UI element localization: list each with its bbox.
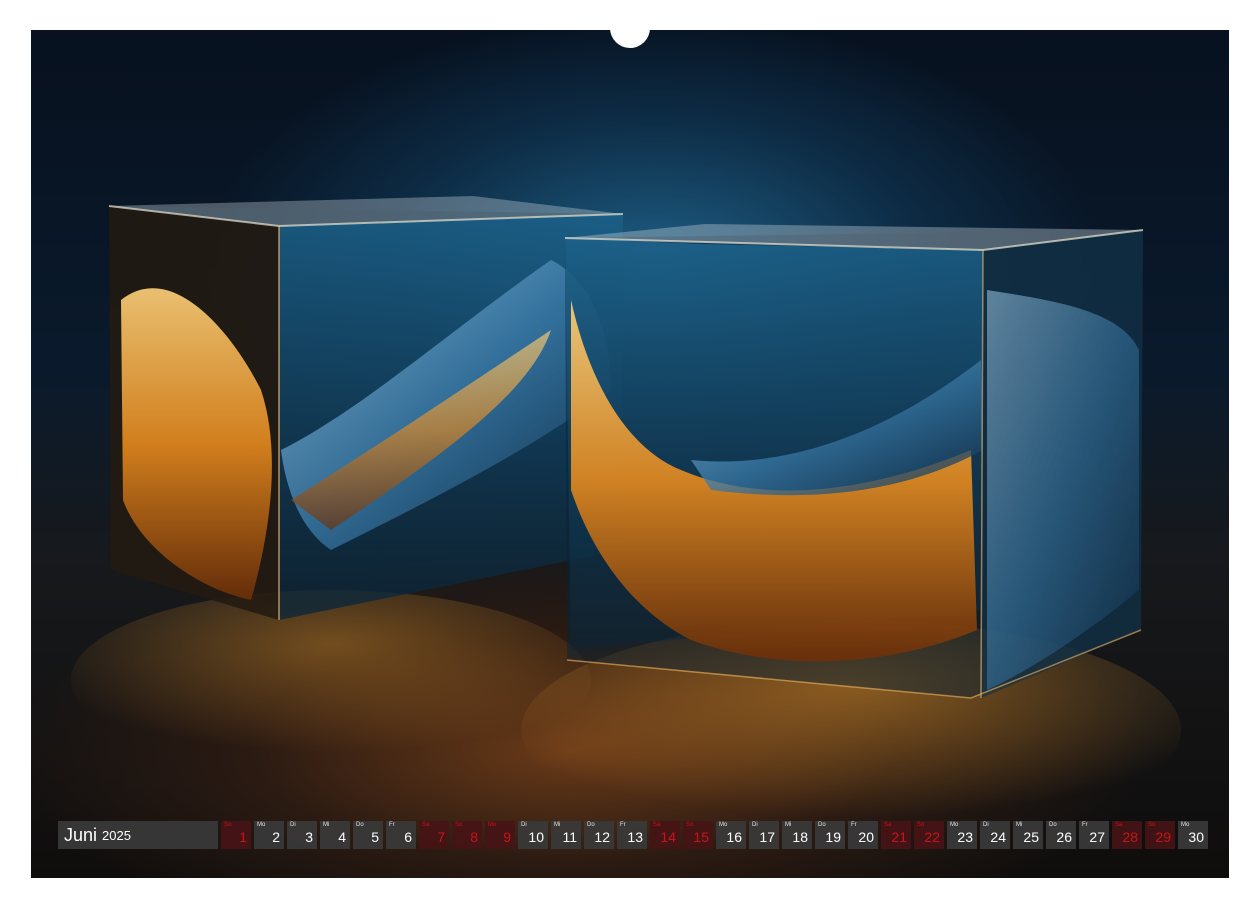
weekday-label: Sa bbox=[653, 822, 661, 828]
day-cell: Mi 18 bbox=[782, 821, 812, 849]
day-cell: Fr 6 bbox=[386, 821, 416, 849]
weekday-label: Mo bbox=[257, 822, 266, 828]
weekday-label: Fr bbox=[1082, 822, 1088, 828]
day-number: 20 bbox=[858, 829, 874, 845]
day-number: 1 bbox=[239, 829, 247, 845]
weekday-label: Mi bbox=[323, 822, 330, 828]
weekday-label: Fr bbox=[389, 822, 395, 828]
day-cell: Di 3 bbox=[287, 821, 317, 849]
day-cell: Sa 21 bbox=[881, 821, 911, 849]
month-label: Juni 2025 bbox=[58, 821, 218, 849]
right-glass-cube bbox=[564, 224, 1144, 699]
day-cell: Di 17 bbox=[749, 821, 779, 849]
weekday-label: Di bbox=[290, 822, 296, 828]
day-number: 22 bbox=[924, 829, 940, 845]
day-cell: Sa 28 bbox=[1112, 821, 1142, 849]
day-cell: Fr 27 bbox=[1079, 821, 1109, 849]
day-number: 14 bbox=[660, 829, 676, 845]
weekday-label: Do bbox=[356, 822, 364, 828]
day-cell: Mi 4 bbox=[320, 821, 350, 849]
day-number: 4 bbox=[338, 829, 346, 845]
day-cell: Di 10 bbox=[518, 821, 548, 849]
day-cells: So 1 Mo 2 Di 3 Mi 4 Do 5 Fr 6 Sa 7 So 8 Mo 9 Di 10 Mi 11 Do 12 F… bbox=[221, 821, 1208, 849]
day-number: 6 bbox=[404, 829, 412, 845]
weekday-label: Mi bbox=[785, 822, 792, 828]
day-cell: Di 24 bbox=[980, 821, 1010, 849]
day-number: 26 bbox=[1056, 829, 1072, 845]
weekday-label: Sa bbox=[884, 822, 892, 828]
day-cell: Do 19 bbox=[815, 821, 845, 849]
day-cell: Do 12 bbox=[584, 821, 614, 849]
weekday-label: Fr bbox=[851, 822, 857, 828]
day-cell: So 8 bbox=[452, 821, 482, 849]
day-number: 11 bbox=[562, 829, 577, 845]
day-cell: Mi 25 bbox=[1013, 821, 1043, 849]
weekday-label: Di bbox=[752, 822, 758, 828]
month-year: 2025 bbox=[102, 827, 131, 843]
weekday-label: So bbox=[224, 822, 232, 828]
day-number: 10 bbox=[528, 829, 544, 845]
weekday-label: Mo bbox=[950, 822, 959, 828]
weekday-label: So bbox=[1148, 822, 1156, 828]
day-cell: Mo 2 bbox=[254, 821, 284, 849]
weekday-label: So bbox=[455, 822, 463, 828]
day-number: 9 bbox=[503, 829, 511, 845]
day-number: 28 bbox=[1122, 829, 1138, 845]
day-cell: So 15 bbox=[683, 821, 713, 849]
glass-cubes-illustration bbox=[71, 196, 1181, 840]
weekday-label: Mo bbox=[488, 822, 497, 828]
month-name: Juni bbox=[64, 824, 98, 845]
day-cell: So 1 bbox=[221, 821, 251, 849]
day-number: 15 bbox=[693, 829, 709, 845]
weekday-label: Di bbox=[983, 822, 989, 828]
weekday-label: Do bbox=[587, 822, 595, 828]
weekday-label: Di bbox=[521, 822, 527, 828]
left-glass-cube bbox=[108, 196, 624, 620]
weekday-label: Sa bbox=[1115, 822, 1123, 828]
day-number: 12 bbox=[594, 829, 610, 845]
day-cell: Do 5 bbox=[353, 821, 383, 849]
weekday-label: Sa bbox=[422, 822, 430, 828]
day-number: 29 bbox=[1155, 829, 1171, 845]
weekday-label: Fr bbox=[620, 822, 626, 828]
day-number: 8 bbox=[470, 829, 478, 845]
weekday-label: So bbox=[917, 822, 925, 828]
weekday-label: So bbox=[686, 822, 694, 828]
day-cell: Mi 11 bbox=[551, 821, 581, 849]
day-number: 24 bbox=[990, 829, 1006, 845]
calendar-photo bbox=[31, 30, 1229, 878]
day-cell: So 22 bbox=[914, 821, 944, 849]
day-number: 30 bbox=[1188, 829, 1204, 845]
weekday-label: Mi bbox=[1016, 822, 1023, 828]
weekday-label: Do bbox=[1049, 822, 1057, 828]
day-cell: Mo 23 bbox=[947, 821, 977, 849]
day-number: 27 bbox=[1089, 829, 1105, 845]
day-number: 13 bbox=[627, 829, 643, 845]
day-cell: Mo 16 bbox=[716, 821, 746, 849]
weekday-label: Mo bbox=[719, 822, 728, 828]
day-number: 7 bbox=[437, 829, 445, 845]
weekday-label: Mi bbox=[554, 822, 561, 828]
day-number: 18 bbox=[792, 829, 808, 845]
day-number: 19 bbox=[825, 829, 841, 845]
day-number: 17 bbox=[759, 829, 775, 845]
day-cell: Sa 7 bbox=[419, 821, 449, 849]
day-number: 3 bbox=[305, 829, 313, 845]
day-cell: Mo 30 bbox=[1178, 821, 1208, 849]
day-cell: Fr 20 bbox=[848, 821, 878, 849]
weekday-label: Mo bbox=[1181, 822, 1190, 828]
day-number: 21 bbox=[891, 829, 907, 845]
day-cell: Mo 9 bbox=[485, 821, 515, 849]
day-cell: Do 26 bbox=[1046, 821, 1076, 849]
day-number: 5 bbox=[371, 829, 379, 845]
day-number: 16 bbox=[726, 829, 742, 845]
day-number: 25 bbox=[1023, 829, 1039, 845]
weekday-label: Do bbox=[818, 822, 826, 828]
day-cell: Sa 14 bbox=[650, 821, 680, 849]
calendar-strip: Juni 2025 So 1 Mo 2 Di 3 Mi 4 Do 5 Fr 6 Sa 7 So 8 Mo 9 Di 1… bbox=[58, 821, 1208, 849]
day-cell: So 29 bbox=[1145, 821, 1175, 849]
day-number: 2 bbox=[272, 829, 280, 845]
day-number: 23 bbox=[957, 829, 973, 845]
day-cell: Fr 13 bbox=[617, 821, 647, 849]
